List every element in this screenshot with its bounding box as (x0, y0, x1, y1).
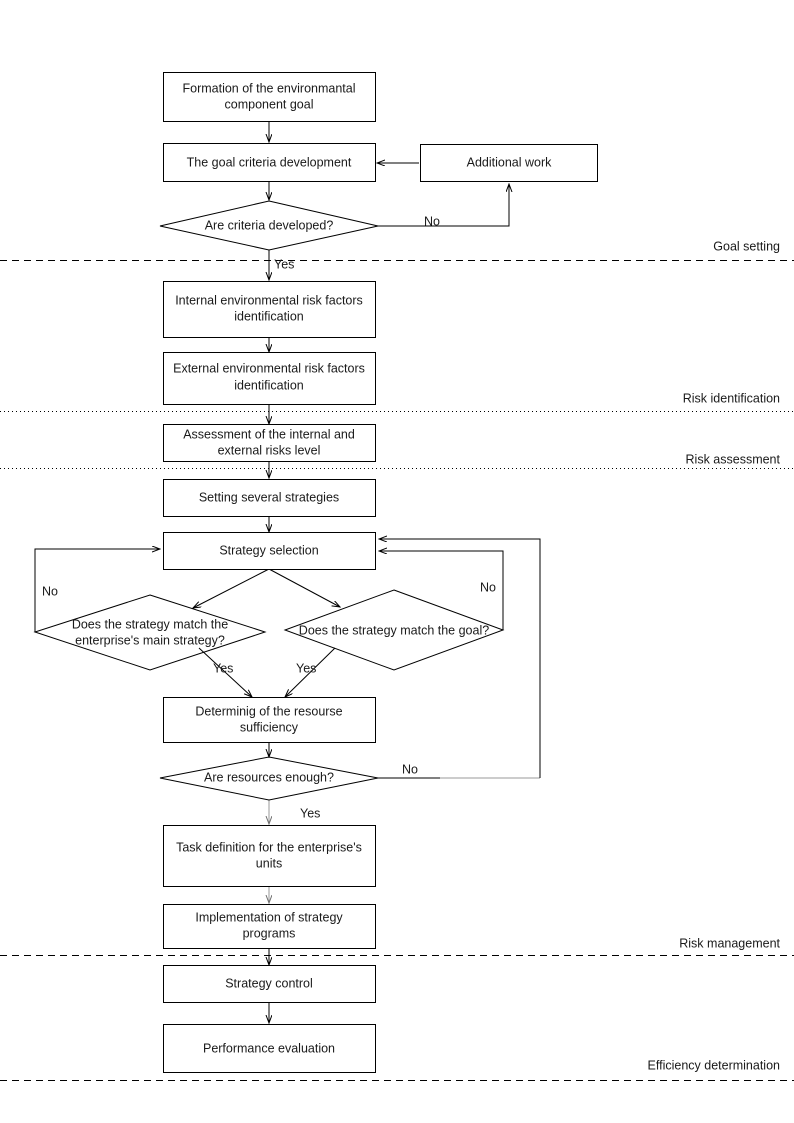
edge-resources-no-to-selection (379, 539, 541, 778)
node-goal-criteria-development[interactable]: The goal criteria development (163, 143, 376, 182)
node-goal-criteria-development-line1: The goal criteria development (187, 155, 352, 169)
node-formation-of-goal-line1: Formation of the environmantal (182, 81, 355, 95)
edge-label-resources-yes: Yes (300, 806, 320, 820)
node-internal-risk-identification-line2: identification (234, 309, 304, 323)
flowchart-canvas: Goal setting Risk identification Risk as… (0, 72, 794, 1081)
node-internal-risk-identification[interactable]: Internal environmental risk factors iden… (163, 281, 376, 338)
node-formation-of-goal[interactable]: Formation of the environmantal component… (163, 72, 376, 122)
node-task-definition[interactable]: Task definition for the enterprise's uni… (163, 825, 376, 887)
node-additional-work-line1: Additional work (467, 155, 553, 169)
edge-label-resources-no: No (402, 762, 418, 776)
node-risk-level-assessment[interactable]: Assessment of the internal and external … (163, 424, 376, 462)
phase-label-risk-assessment: Risk assessment (686, 452, 781, 466)
phase-label-risk-identification: Risk identification (683, 391, 780, 405)
edge-label-goal-no: No (480, 580, 496, 594)
node-external-risk-identification-line1: External environmental risk factors (173, 361, 365, 375)
node-strategy-selection[interactable]: Strategy selection (163, 532, 376, 570)
node-external-risk-identification-line2: identification (234, 378, 304, 392)
node-internal-risk-identification-line1: Internal environmental risk factors (175, 293, 363, 307)
node-risk-level-assessment-line1: Assessment of the internal and (183, 427, 355, 441)
node-additional-work[interactable]: Additional work (420, 144, 598, 182)
node-are-criteria-developed-label: Are criteria developed? (205, 218, 334, 232)
node-matches-main-strategy-decision[interactable]: Does the strategy match the enterprise's… (33, 594, 267, 671)
flowchart-page: Goal setting Risk identification Risk as… (0, 0, 794, 1123)
node-implementation-of-programs-line2: programs (243, 926, 296, 940)
edge-label-main-strategy-yes: Yes (213, 661, 233, 675)
edge-label-criteria-yes: Yes (274, 257, 294, 271)
node-matches-goal-decision[interactable]: Does the strategy match the goal? (283, 589, 505, 671)
node-performance-evaluation[interactable]: Performance evaluation (163, 1024, 376, 1073)
node-risk-level-assessment-line2: external risks level (218, 443, 321, 457)
node-resources-enough-label: Are resources enough? (204, 770, 334, 784)
node-performance-evaluation-line1: Performance evaluation (203, 1041, 335, 1055)
node-matches-main-strategy-line2: enterprise's main strategy? (75, 633, 225, 647)
node-external-risk-identification[interactable]: External environmental risk factors iden… (163, 352, 376, 405)
node-resource-sufficiency-line2: sufficiency (240, 720, 299, 734)
node-strategy-control-line1: Strategy control (225, 976, 313, 990)
phase-label-goal-setting: Goal setting (713, 239, 780, 253)
edge-selection-to-main-strategy-decision (193, 568, 270, 608)
node-resources-enough-decision[interactable]: Are resources enough? (159, 756, 379, 801)
node-task-definition-line1: Task definition for the enterprise's (176, 840, 362, 854)
node-setting-several-strategies-line1: Setting several strategies (199, 490, 339, 504)
edge-label-main-strategy-no: No (42, 584, 58, 598)
node-implementation-of-programs-line1: Implementation of strategy (195, 910, 343, 924)
phase-label-risk-management: Risk management (679, 936, 780, 950)
node-are-criteria-developed-decision[interactable]: Are criteria developed? (159, 200, 379, 251)
edge-selection-to-goal-decision (268, 568, 340, 607)
node-formation-of-goal-line2: component goal (225, 97, 314, 111)
phase-label-efficiency-determination: Efficiency determination (648, 1058, 781, 1072)
node-implementation-of-programs[interactable]: Implementation of strategy programs (163, 904, 376, 949)
node-matches-goal-label: Does the strategy match the goal? (299, 623, 489, 637)
edge-criteria-no-to-additional-work (378, 184, 509, 227)
edge-label-goal-yes: Yes (296, 661, 316, 675)
node-task-definition-line2: units (256, 856, 282, 870)
node-resource-sufficiency[interactable]: Determinig of the resourse sufficiency (163, 697, 376, 743)
node-strategy-selection-line1: Strategy selection (219, 543, 318, 557)
node-matches-main-strategy-line1: Does the strategy match the (72, 617, 228, 631)
edge-label-criteria-no: No (424, 214, 440, 228)
node-setting-several-strategies[interactable]: Setting several strategies (163, 479, 376, 517)
node-resource-sufficiency-line1: Determinig of the resourse (195, 704, 342, 718)
node-strategy-control[interactable]: Strategy control (163, 965, 376, 1003)
